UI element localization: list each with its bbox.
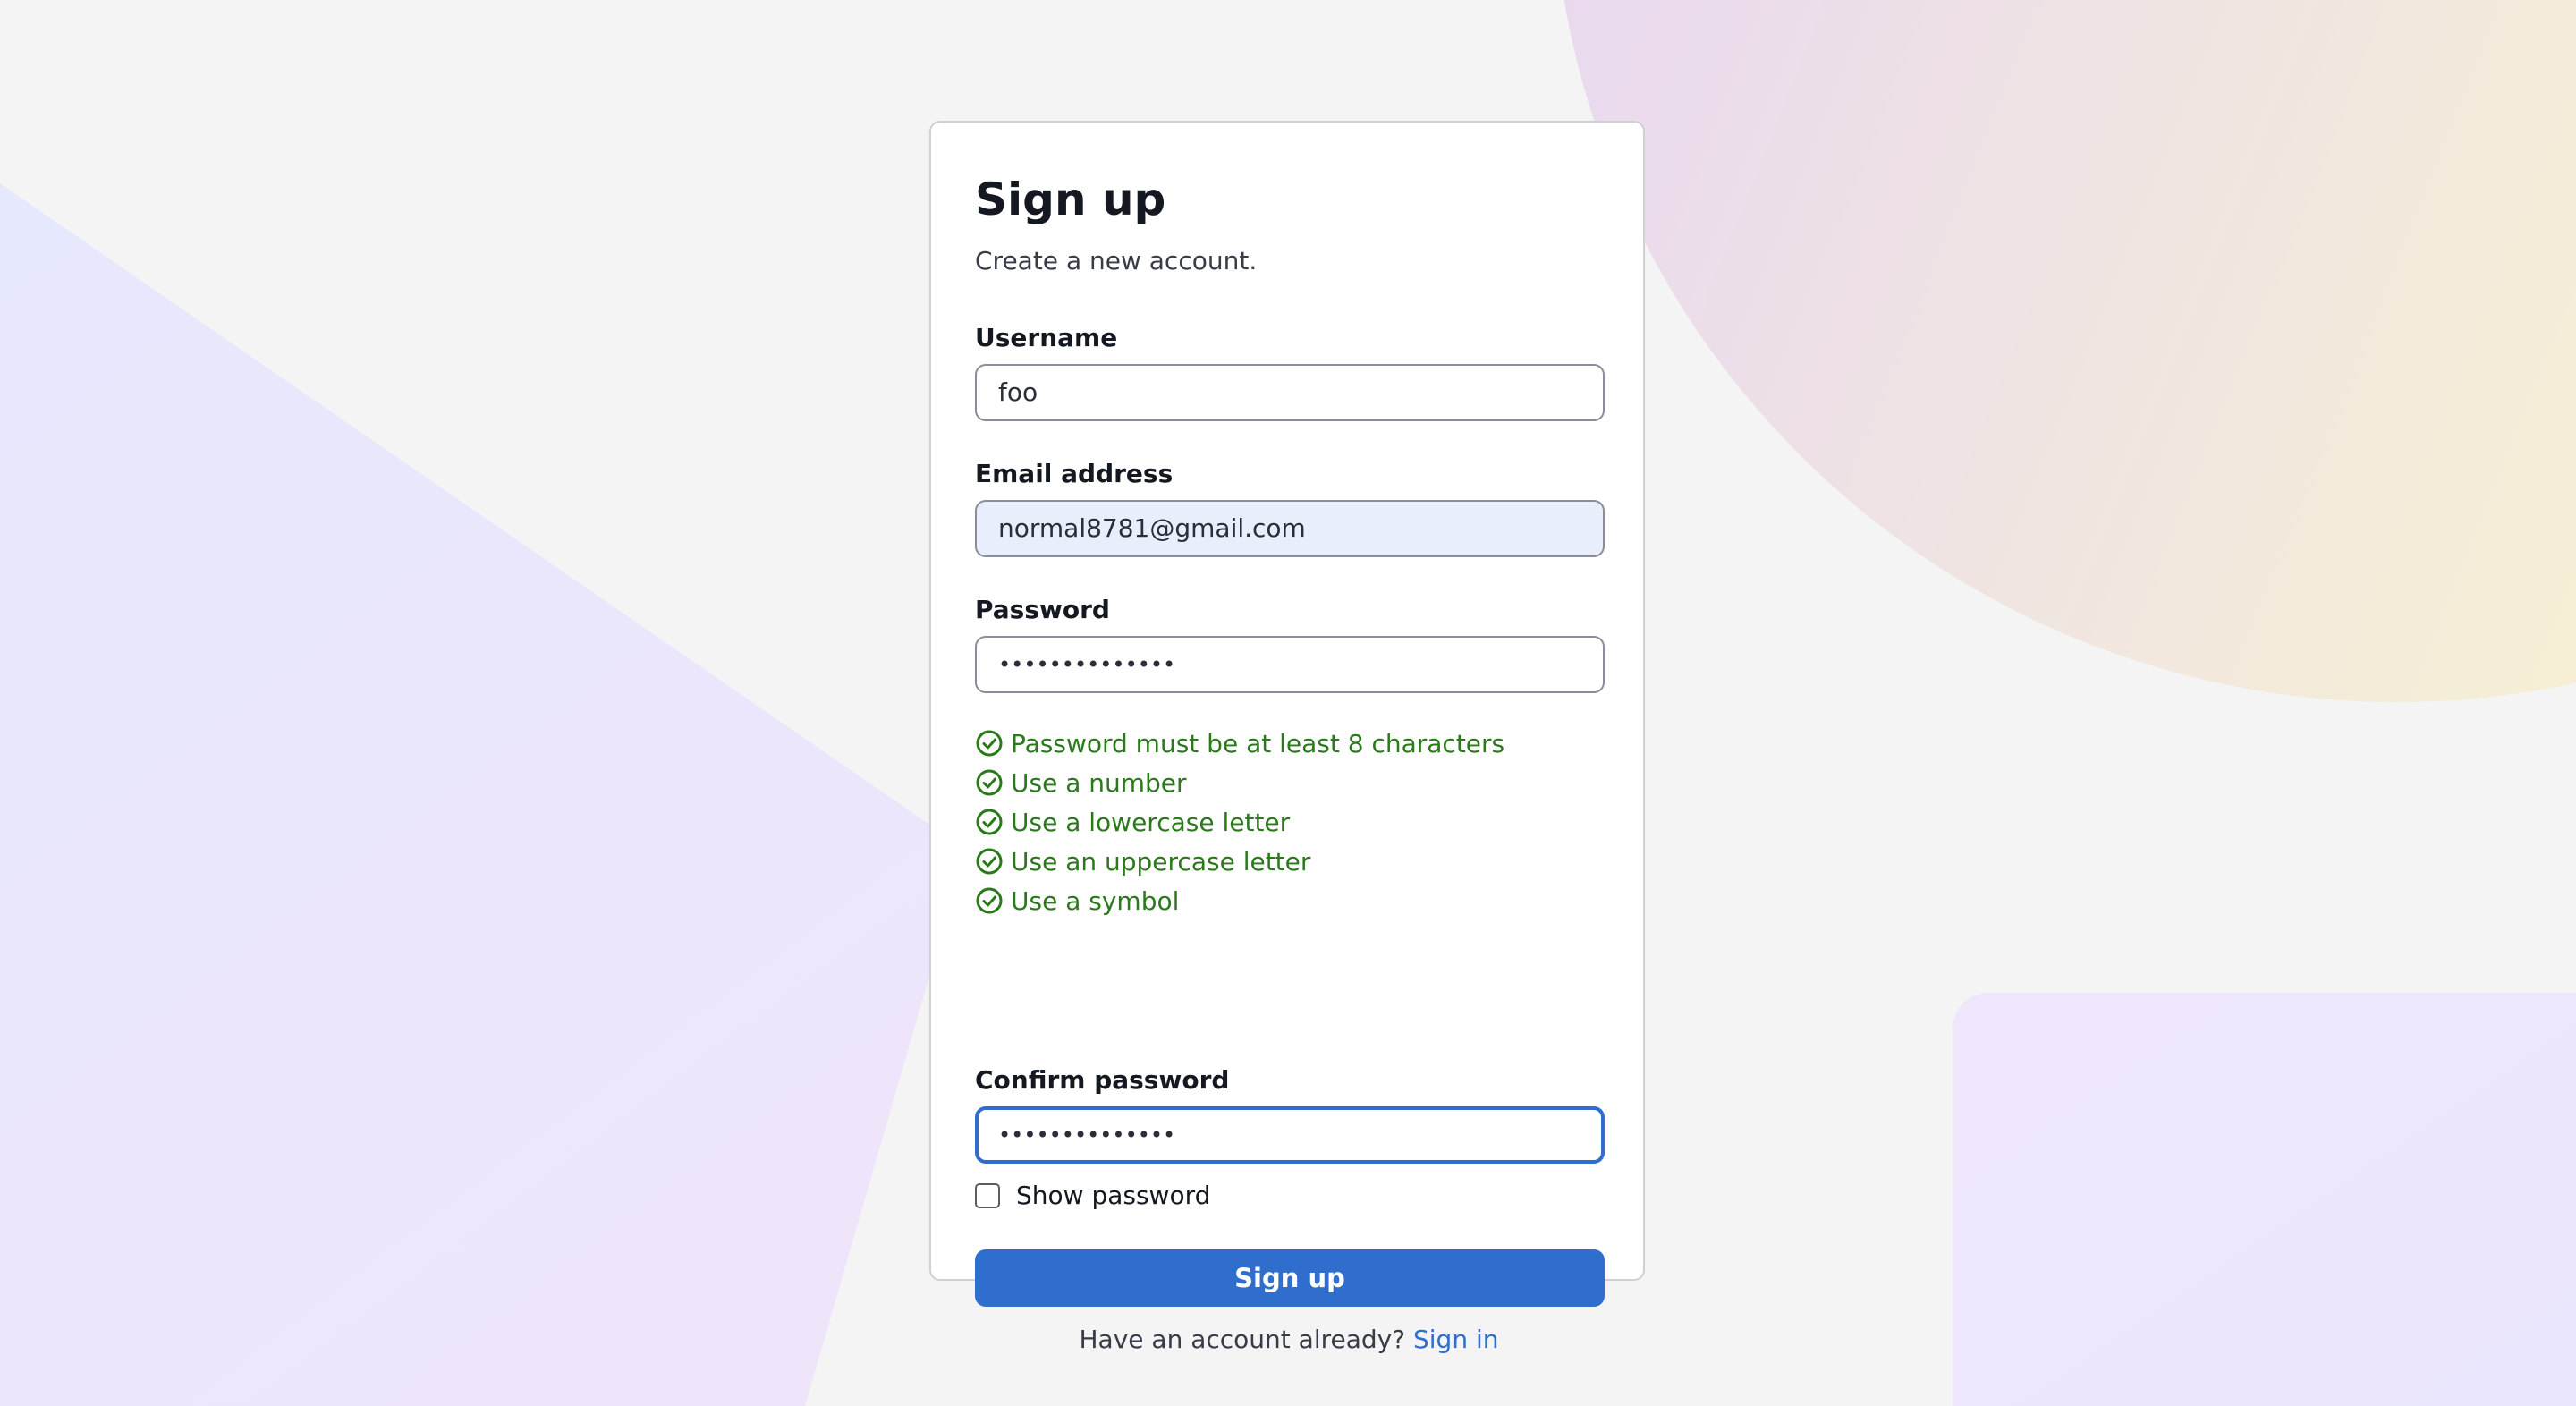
sign-in-prompt-text: Have an account already? [1079, 1325, 1406, 1354]
sign-in-link[interactable]: Sign in [1413, 1325, 1499, 1354]
sign-up-button[interactable]: Sign up [975, 1249, 1605, 1307]
password-rule-item: Use a lowercase letter [975, 802, 1504, 842]
page-subtitle: Create a new account. [975, 246, 1258, 275]
check-circle-icon [976, 730, 1003, 757]
password-rule-text: Use a number [1011, 767, 1187, 798]
show-password-row[interactable]: Show password [975, 1181, 1210, 1210]
confirm-password-label: Confirm password [975, 1065, 1230, 1095]
username-label: Username [975, 323, 1118, 352]
password-rule-item: Use a number [975, 763, 1504, 802]
password-rule-text: Use a symbol [1011, 885, 1180, 916]
confirm-password-input[interactable]: •••••••••••••• [975, 1106, 1605, 1164]
email-input[interactable]: normal8781@gmail.com [975, 500, 1605, 557]
email-label: Email address [975, 459, 1174, 488]
password-label: Password [975, 595, 1110, 624]
sign-in-prompt: Have an account already? Sign in [931, 1325, 1647, 1354]
show-password-checkbox[interactable] [975, 1182, 1000, 1208]
password-rule-item: Use an uppercase letter [975, 842, 1504, 881]
password-rule-text: Password must be at least 8 characters [1011, 728, 1505, 758]
bottom-right-panel-shape [1953, 993, 2576, 1406]
check-circle-icon [976, 809, 1003, 835]
page-background: Sign up Create a new account. Username f… [0, 0, 2576, 1406]
left-wedge-shape [0, 183, 966, 1406]
password-rule-item: Password must be at least 8 characters [975, 724, 1504, 763]
password-rule-text: Use an uppercase letter [1011, 846, 1311, 877]
check-circle-icon [976, 848, 1003, 875]
password-input[interactable]: •••••••••••••• [975, 636, 1605, 693]
top-right-circle-shape [1563, 0, 2576, 702]
show-password-label[interactable]: Show password [1016, 1181, 1210, 1210]
password-rules-list: Password must be at least 8 characters U… [975, 724, 1504, 920]
signup-card: Sign up Create a new account. Username f… [929, 121, 1645, 1354]
username-input[interactable]: foo [975, 364, 1605, 421]
password-rule-text: Use a lowercase letter [1011, 807, 1291, 837]
check-circle-icon [976, 887, 1003, 914]
page-title: Sign up [975, 174, 1166, 225]
password-rule-item: Use a symbol [975, 881, 1504, 920]
check-circle-icon [976, 769, 1003, 796]
